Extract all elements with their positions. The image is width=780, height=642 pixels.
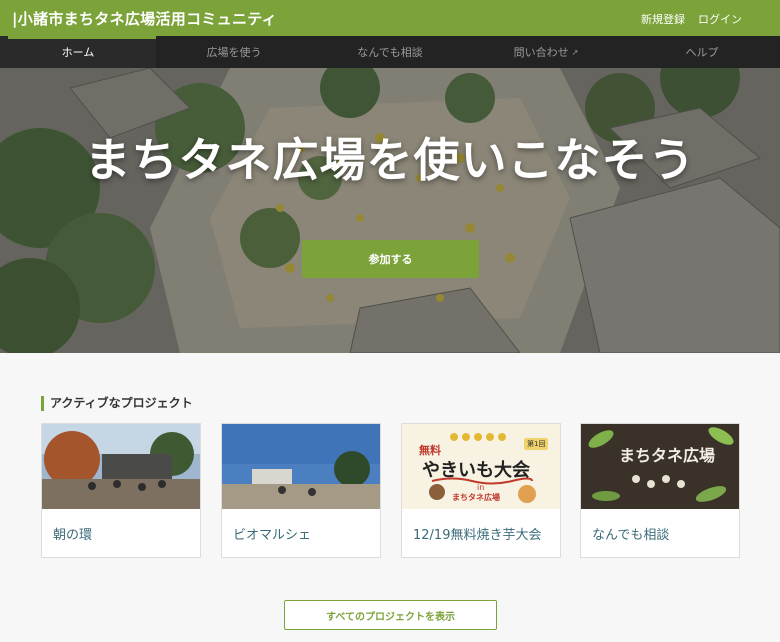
- poster-badge: 第1回: [524, 438, 549, 450]
- project-title: なんでも相談: [592, 528, 670, 543]
- project-thumbnail: [42, 424, 200, 509]
- project-card[interactable]: 無料 第1回 やきいも大会 in まちタネ広場 12/19無料焼き芋大会: [401, 423, 561, 558]
- top-bar: |小諸市まちタネ広場活用コミュニティ 新規登録 ログイン: [0, 0, 780, 36]
- nav-item-label: 問い合わせ: [513, 46, 569, 59]
- nav-item-home[interactable]: ホーム: [0, 36, 156, 68]
- nav-item-label: なんでも相談: [357, 46, 423, 59]
- hero-section: まちタネ広場を使いこなそう 参加する: [0, 68, 780, 353]
- project-card[interactable]: 朝の環: [41, 423, 201, 558]
- section-heading: アクティブなプロジェクト: [41, 396, 193, 411]
- nav-item-label: ヘルプ: [685, 46, 719, 59]
- account-links: 新規登録 ログイン: [641, 11, 742, 27]
- join-button[interactable]: 参加する: [302, 240, 479, 278]
- poster-venue-text: まちタネ広場: [452, 493, 500, 502]
- view-all-projects-button[interactable]: すべてのプロジェクトを表示: [284, 600, 497, 630]
- nav-item-label: 広場を使う: [206, 46, 262, 59]
- project-title: 12/19無料焼き芋大会: [413, 528, 542, 543]
- main-nav: ホーム 広場を使う なんでも相談 問い合わせ ↗ ヘルプ: [0, 36, 780, 68]
- hero-title: まちタネ広場を使いこなそう: [84, 133, 696, 187]
- project-card[interactable]: まちタネ広場 なんでも相談: [580, 423, 740, 558]
- poster-main-text: やきいも大会: [422, 460, 530, 481]
- external-link-icon: ↗: [571, 47, 579, 57]
- project-title: ビオマルシェ: [233, 528, 312, 543]
- nav-item-help[interactable]: ヘルプ: [624, 36, 780, 68]
- project-thumbnail: 無料 第1回 やきいも大会 in まちタネ広場: [402, 424, 560, 509]
- login-link[interactable]: ログイン: [698, 11, 742, 27]
- nav-item-use-plaza[interactable]: 広場を使う: [156, 36, 312, 68]
- site-title[interactable]: |小諸市まちタネ広場活用コミュニティ: [12, 8, 277, 29]
- project-thumbnail: まちタネ広場: [581, 424, 739, 509]
- nav-item-label: ホーム: [61, 46, 95, 59]
- thumbnail-caption: まちタネ広場: [619, 446, 716, 465]
- project-card[interactable]: ビオマルシェ: [221, 423, 381, 558]
- nav-item-contact[interactable]: 問い合わせ ↗: [468, 36, 624, 68]
- signup-link[interactable]: 新規登録: [641, 11, 685, 27]
- poster-in-text: in: [477, 483, 485, 492]
- project-title: 朝の環: [53, 528, 93, 543]
- hero-overlay: [0, 68, 780, 353]
- project-thumbnail: [222, 424, 380, 509]
- nav-item-consult[interactable]: なんでも相談: [312, 36, 468, 68]
